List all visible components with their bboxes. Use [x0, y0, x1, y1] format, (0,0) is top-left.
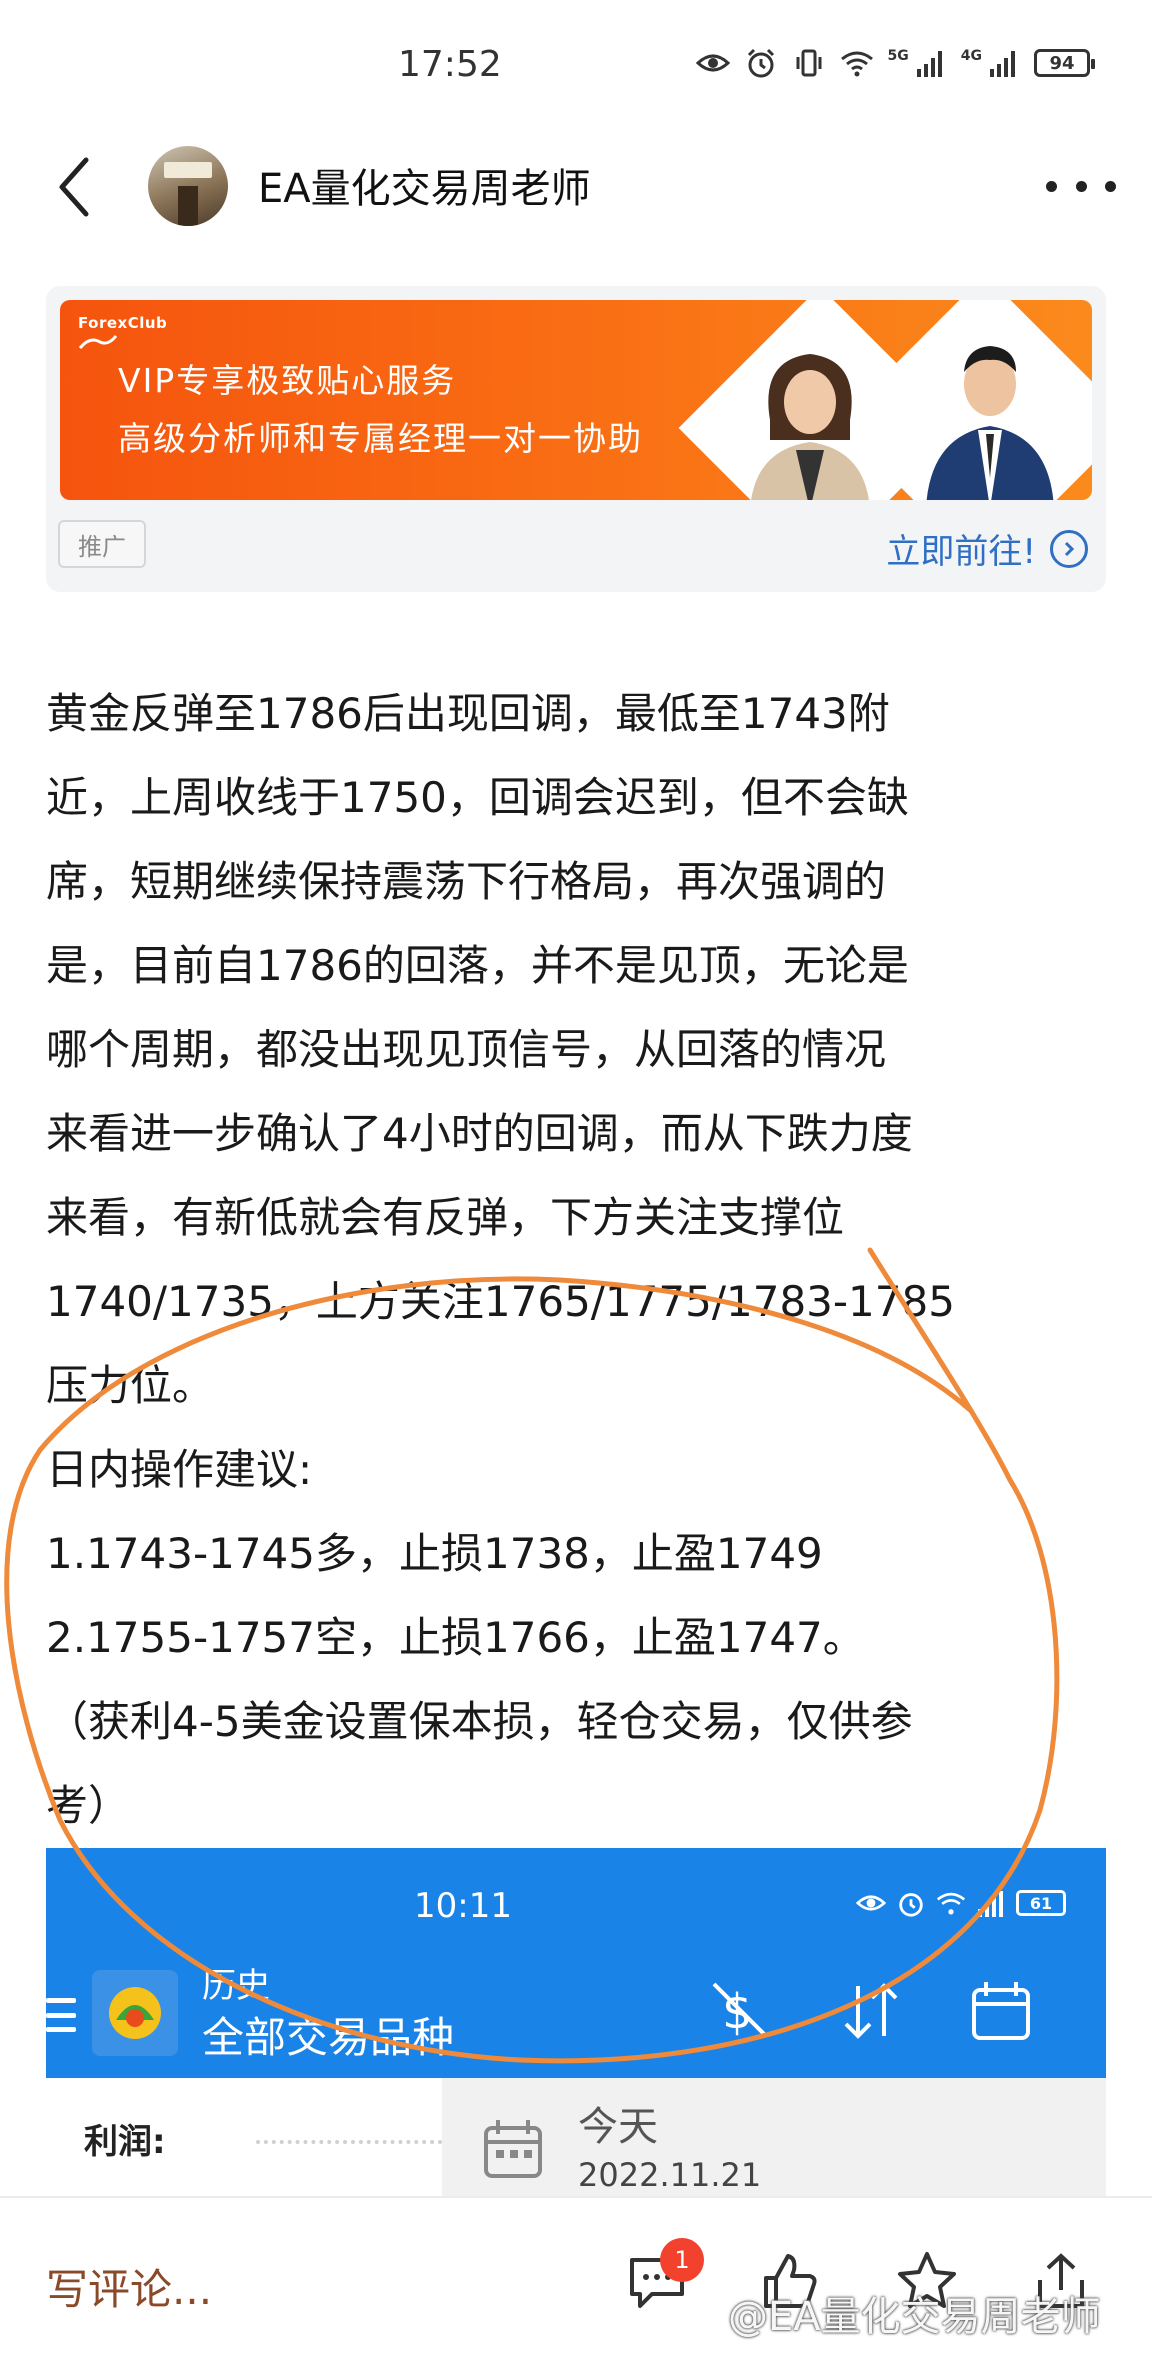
wifi-icon	[936, 1892, 966, 1915]
bottom-action-bar: 写评论... 1 @EA量化交易周老师	[0, 2196, 1152, 2376]
article-line: （获利4-5美金设置保本损，轻仓交易，仅供参	[46, 1697, 913, 1746]
chevron-right-circle-icon	[1050, 529, 1088, 568]
ad-subheadline: 高级分析师和专属经理一对一协助	[118, 419, 643, 458]
article-header: EA量化交易周老师	[0, 130, 1152, 240]
ad-cta-button[interactable]: 立即前往!	[886, 524, 1088, 573]
date-value: 2022.11.21	[578, 2156, 762, 2194]
cell-signal-icon	[913, 46, 947, 80]
signal-5g-label: 5G	[887, 48, 909, 64]
author-name[interactable]: EA量化交易周老师	[258, 156, 591, 214]
cell-signal-icon	[978, 1891, 1003, 1917]
date-heading: 今天	[578, 2104, 658, 2150]
article-line: 压力位。	[46, 1361, 215, 1410]
svg-text:$: $	[722, 1984, 753, 2040]
hamburger-menu-icon[interactable]	[46, 1998, 76, 2032]
signal-4g-label: 4G	[960, 48, 982, 64]
author-watermark: @EA量化交易周老师	[728, 2294, 1101, 2340]
ad-banner[interactable]: ForexClub VIP专享极致贴心服务 高级分析师和专属经理一对一协助	[60, 300, 1092, 500]
article-line: 考）	[46, 1781, 131, 1830]
ad-headline: VIP专享极致贴心服务	[118, 361, 457, 400]
eye-icon	[856, 1895, 886, 1911]
man-photo	[926, 346, 1054, 500]
article-line: 1.1743-1745多，止损1738，止盈1749	[46, 1529, 823, 1578]
cell-signal-icon	[986, 46, 1020, 80]
status-bar: 17:52 5G 4G 94	[0, 0, 1152, 130]
eye-icon	[695, 46, 730, 80]
alarm-icon	[899, 1893, 923, 1917]
woman-photo	[751, 354, 869, 500]
article-line: 来看进一步确认了4小时的回调，而从下跌力度	[46, 1109, 913, 1158]
article-line: 近，上周收线于1750，回调会迟到，但不会缺	[46, 773, 909, 822]
embedded-battery: 61	[1016, 1890, 1066, 1916]
back-arrow-icon	[59, 157, 89, 217]
date-panel: 今天 2022.11.21	[442, 2078, 1106, 2198]
embedded-status-icons: 61	[856, 1888, 1066, 1918]
forexclub-logo-icon	[78, 335, 118, 349]
article-line: 来看，有新低就会有反弹，下方关注支撑位	[46, 1193, 845, 1242]
ad-cta-label: 立即前往!	[886, 532, 1036, 572]
article-line: 黄金反弹至1786后出现回调，最低至1743附	[46, 689, 890, 738]
article-line: 1740/1735，上方关注1765/1775/1783-1785	[46, 1277, 955, 1326]
battery-indicator: 94	[1034, 49, 1095, 77]
embedded-status-time: 10:11	[414, 1886, 512, 1926]
article-line: 日内操作建议:	[46, 1445, 313, 1494]
ad-brand-logo: ForexClub	[78, 314, 168, 332]
calendar-icon	[484, 2120, 542, 2178]
dollar-filter-icon[interactable]: $	[706, 1976, 776, 2046]
article-line: 是，目前自1786的回落，并不是见顶，无论是	[46, 941, 909, 990]
all-symbols-title[interactable]: 全部交易品种	[202, 2004, 454, 2065]
embedded-screenshot-lower: 利润: 今天 2022.11.21	[46, 2078, 1106, 2198]
calendar-icon[interactable]	[966, 1976, 1036, 2046]
status-icons: 5G 4G 94	[695, 46, 1095, 80]
article-line: 席，短期继续保持震荡下行格局，再次强调的	[46, 857, 887, 906]
ad-card[interactable]: ForexClub VIP专享极致贴心服务 高级分析师和专属经理一对一协助 推广…	[46, 286, 1106, 592]
ad-sponsored-tag: 推广	[58, 520, 146, 568]
profit-label: 利润:	[84, 2122, 166, 2162]
embedded-screenshot[interactable]: 10:11 61 历史 全部交易品种 $	[46, 1848, 1106, 2078]
wifi-icon	[840, 46, 874, 80]
vibrate-icon	[792, 46, 826, 80]
comment-count-badge: 1	[660, 2238, 704, 2282]
history-label: 历史	[202, 1966, 270, 2006]
metatrader-logo-icon	[92, 1970, 178, 2056]
alarm-icon	[744, 46, 778, 80]
article-line: 2.1755-1757空，止损1766，止盈1747。	[46, 1613, 865, 1662]
comment-input[interactable]: 写评论...	[46, 2256, 212, 2317]
author-avatar[interactable]	[148, 146, 228, 226]
back-button[interactable]	[50, 152, 106, 222]
status-time: 17:52	[398, 44, 502, 85]
more-options-button[interactable]	[1046, 166, 1116, 206]
article-line: 哪个周期，都没出现见顶信号，从回落的情况	[46, 1025, 887, 1074]
sort-icon[interactable]	[836, 1976, 906, 2046]
article-body: 黄金反弹至1786后出现回调，最低至1743附 近，上周收线于1750，回调会迟…	[46, 672, 1116, 1848]
